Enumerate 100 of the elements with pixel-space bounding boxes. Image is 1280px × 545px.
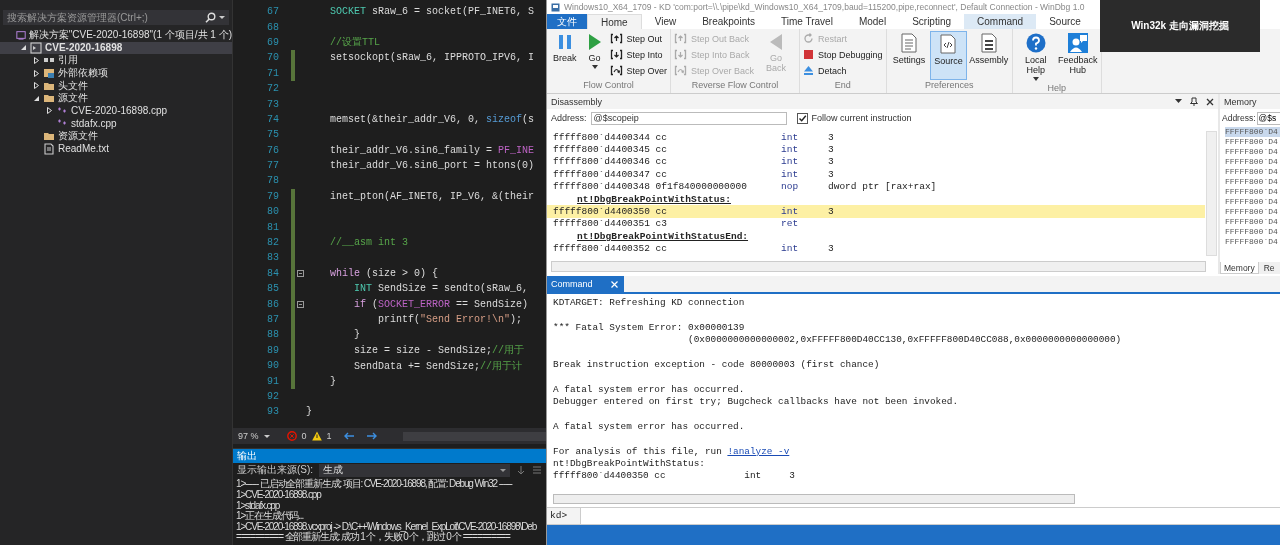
disassembly-row[interactable]: fffff800`d4400352 cc int 3 <box>547 242 1205 255</box>
tree-item[interactable]: 外部依赖项 <box>0 66 232 80</box>
ribbon-button[interactable]: Detach <box>803 63 883 78</box>
disassembly-row[interactable]: fffff800`d4400346 cc int 3 <box>547 155 1205 169</box>
code-line: while (size > 0) { <box>329 267 439 279</box>
line-number: 87 <box>266 314 279 325</box>
ribbon-button[interactable]: Break <box>550 31 580 80</box>
tree-item[interactable]: CVE-2020-16898.cpp <box>0 104 232 118</box>
ribbon-button[interactable]: Step Over <box>609 63 668 78</box>
memory-row[interactable]: FFFFF800`D4 <box>1225 207 1280 217</box>
ribbon-button[interactable]: Step Out <box>609 31 668 46</box>
source-dropdown[interactable]: 生成 <box>319 463 510 477</box>
disassembly-row[interactable]: fffff800`d4400350 cc int 3 <box>547 205 1205 218</box>
ribbon-tab[interactable]: Model <box>845 14 900 29</box>
ribbon-button[interactable]: Settings <box>889 31 929 80</box>
ribbon-tab[interactable]: Command <box>964 14 1037 29</box>
line-number: 76 <box>266 144 279 156</box>
address-field[interactable]: @$scopeip <box>590 111 787 125</box>
memory-row[interactable]: FFFFF800`D4 <box>1225 217 1280 227</box>
ribbon-tab[interactable]: Source <box>1036 14 1094 29</box>
analyze-link[interactable]: !analyze -v <box>727 445 790 457</box>
line-number: 78 <box>266 175 279 187</box>
tree-item[interactable]: CVE-2020-16898 <box>0 41 232 55</box>
pane-tab[interactable]: Memory <box>1220 262 1259 274</box>
tree-item[interactable]: 资源文件 <box>0 129 232 143</box>
source-label: 显示输出来源(S): <box>237 463 314 478</box>
memory-row[interactable]: FFFFF800`D4 <box>1225 237 1280 247</box>
disassembly-row[interactable]: nt!DbgBreakPointWithStatus: <box>547 192 1205 206</box>
checkbox-label: Follow current instruction <box>811 113 912 123</box>
ribbon-button[interactable]: Feedback Hub <box>1057 31 1098 83</box>
checkbox[interactable] <box>796 112 808 124</box>
detach-icon <box>803 65 815 76</box>
memory-row[interactable]: FFFFF800`D4 <box>1225 147 1280 157</box>
memory-row[interactable]: FFFFF800`D4 <box>1225 137 1280 147</box>
horizontal-scrollbar[interactable] <box>402 431 546 441</box>
operands: 3 <box>828 168 834 180</box>
tree-item[interactable]: 头文件 <box>0 79 232 92</box>
pane-tab[interactable]: Re <box>1260 262 1278 274</box>
forward-arrow-icon[interactable] <box>365 432 378 440</box>
toolbar-icon[interactable] <box>516 465 526 476</box>
disassembly-row[interactable]: fffff800`d4400348 0f1f840000000000 nop dword ptr [rax+rax] <box>547 180 1205 193</box>
folder-icon <box>43 67 55 80</box>
ribbon-tab[interactable]: Time Travel <box>768 14 846 29</box>
memory-row[interactable]: FFFFF800`D4 <box>1225 127 1280 137</box>
tree-item[interactable]: 引用 <box>0 54 232 67</box>
tree-item[interactable]: ReadMe.txt <box>0 142 232 155</box>
disassembly-row[interactable]: fffff800`d4400345 cc int 3 <box>547 143 1205 156</box>
ribbon-tab[interactable]: 文件 <box>547 14 587 29</box>
disassembly-row[interactable]: nt!DbgBreakPointWithStatusEnd: <box>547 230 1205 243</box>
search-field[interactable]: 搜索解决方案资源管理器(Ctrl+;) <box>3 10 229 25</box>
zoom-level[interactable]: 97 % <box>238 431 259 441</box>
disassembly-row[interactable]: fffff800`d4400351 c3 ret <box>547 217 1205 231</box>
prompt-label: kd> <box>547 508 580 524</box>
ribbon-button[interactable]: Assembly <box>968 31 1009 80</box>
line-number: 80 <box>266 206 279 218</box>
code-line: memset(&their_addr_V6, 0, sizeof(s <box>329 113 535 125</box>
group-label: Help <box>1046 83 1067 93</box>
ribbon-tab[interactable]: Home <box>587 14 642 29</box>
step-out-back-icon <box>674 33 688 44</box>
ribbon-tab[interactable]: Scripting <box>899 14 965 29</box>
memory-row[interactable]: FFFFF800`D4 <box>1225 177 1280 187</box>
address-bytes: fffff800`d4400345 cc <box>553 144 669 156</box>
memory-row[interactable]: FFFFF800`D4 <box>1225 157 1280 167</box>
disassembly-row[interactable]: fffff800`d4400344 cc int 3 <box>547 131 1205 144</box>
ribbon-button[interactable]: Step Into <box>609 47 668 62</box>
horizontal-scrollbar[interactable] <box>551 261 1206 272</box>
code-line: } <box>329 375 336 387</box>
text-file-icon <box>43 142 55 155</box>
horizontal-scrollbar[interactable] <box>553 494 1075 504</box>
ribbon-button[interactable]: Go <box>581 31 608 80</box>
address-field[interactable]: @$s <box>1256 111 1280 125</box>
line-number: 88 <box>266 329 279 341</box>
tree-item[interactable]: 解决方案"CVE-2020-16898"(1 个项目/共 1 个) <box>0 29 232 42</box>
address-bytes: fffff800`d4400344 cc <box>553 131 669 143</box>
line-number: 93 <box>266 406 279 418</box>
ribbon-button[interactable]: Local Help <box>1015 31 1056 83</box>
memory-row[interactable]: FFFFF800`D4 <box>1225 187 1280 197</box>
ribbon-tab[interactable]: Breakpoints <box>689 14 768 29</box>
pin-icon[interactable] <box>1190 97 1198 106</box>
output-line: ========== 全部重新生成: 成功 1 个，失败 0 个，跳过 0 个 ========== <box>236 532 511 543</box>
back-arrow-icon[interactable] <box>342 432 355 440</box>
ribbon-button[interactable]: Stop Debugging <box>803 47 883 62</box>
caret-icon[interactable] <box>1175 99 1182 104</box>
memory-row[interactable]: FFFFF800`D4 <box>1225 197 1280 207</box>
ribbon-tab[interactable]: View <box>641 14 690 29</box>
step-over-back-icon <box>674 65 688 76</box>
line-number: 79 <box>266 190 279 202</box>
code-document-icon <box>940 34 957 54</box>
tree-item[interactable]: 源文件 <box>0 91 232 105</box>
caret-icon <box>219 15 225 20</box>
pane-tab[interactable]: Command <box>547 276 624 292</box>
tree-item[interactable]: stdafx.cpp <box>0 117 232 130</box>
play-icon <box>587 33 602 51</box>
vertical-scrollbar[interactable] <box>1206 131 1217 256</box>
memory-row[interactable]: FFFFF800`D4 <box>1225 167 1280 177</box>
ribbon-button[interactable]: Source <box>930 31 967 80</box>
memory-row[interactable]: FFFFF800`D4 <box>1225 227 1280 237</box>
group-label: End <box>833 80 852 92</box>
disassembly-row[interactable]: fffff800`d4400347 cc int 3 <box>547 168 1205 181</box>
close-icon[interactable] <box>1206 97 1214 106</box>
